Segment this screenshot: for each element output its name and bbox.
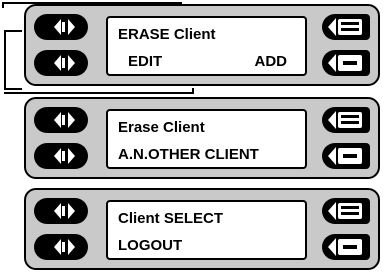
lcd-display: ERASE Client EDIT ADD	[106, 16, 307, 76]
back-clear-button[interactable]	[322, 234, 370, 260]
lcd-display: Client SELECT LOGOUT	[106, 200, 307, 260]
back-clear-icon	[328, 54, 362, 72]
scroll-down-icon	[54, 239, 75, 255]
device-panel-erase-client-confirm: Erase Client A.N.OTHER CLIENT	[24, 97, 380, 179]
back-clear-button[interactable]	[322, 50, 370, 76]
scroll-up-icon	[54, 19, 75, 35]
scroll-down-button[interactable]	[34, 143, 88, 169]
esc-del-icon	[328, 202, 362, 220]
scroll-up-button[interactable]	[34, 14, 88, 40]
bracket-side-decoration	[4, 30, 22, 90]
lcd-line-2: A.N.OTHER CLIENT	[118, 146, 259, 163]
lcd-line-1: ERASE Client	[118, 26, 216, 43]
scroll-up-button[interactable]	[34, 198, 88, 224]
scroll-down-button[interactable]	[34, 50, 88, 76]
lcd-line-1: Client SELECT	[118, 210, 224, 227]
lcd-display: Erase Client A.N.OTHER CLIENT	[106, 109, 307, 169]
device-panel-erase-client-menu: ERASE Client EDIT ADD	[24, 4, 380, 86]
scroll-down-button[interactable]	[34, 234, 88, 260]
scroll-up-icon	[54, 203, 75, 219]
esc-del-button[interactable]	[322, 107, 370, 133]
back-clear-icon	[328, 147, 362, 165]
lcd-line-2: LOGOUT	[118, 237, 183, 254]
scroll-up-icon	[54, 112, 75, 128]
device-panel-client-select: Client SELECT LOGOUT	[24, 188, 380, 270]
scroll-down-icon	[54, 148, 75, 164]
bracket-bottom-decoration	[4, 88, 194, 94]
lcd-line-1: Erase Client	[118, 119, 205, 136]
softkey-add[interactable]: ADD	[255, 53, 288, 70]
softkey-edit[interactable]: EDIT	[128, 53, 162, 70]
esc-del-button[interactable]	[322, 14, 370, 40]
back-clear-button[interactable]	[322, 143, 370, 169]
esc-del-icon	[328, 111, 362, 129]
scroll-up-button[interactable]	[34, 107, 88, 133]
esc-del-button[interactable]	[322, 198, 370, 224]
esc-del-icon	[328, 18, 362, 36]
back-clear-icon	[328, 238, 362, 256]
scroll-down-icon	[54, 55, 75, 71]
